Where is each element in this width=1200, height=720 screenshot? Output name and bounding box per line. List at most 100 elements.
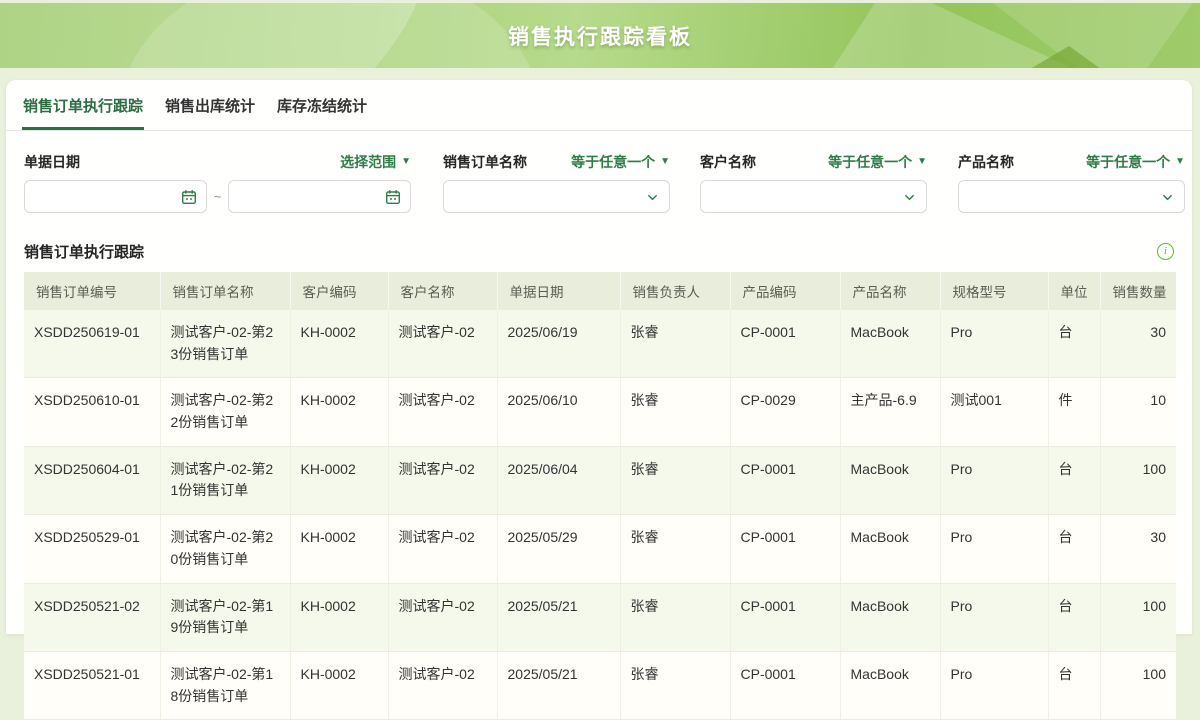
- filter-bar: 单据日期 选择范围 ▼: [24, 152, 1178, 214]
- filter-order-name-label: 销售订单名称: [443, 152, 527, 172]
- filter-product-name: 产品名称 等于任意一个 ▼: [958, 152, 1185, 213]
- table-cell: 100: [1100, 651, 1176, 719]
- table-cell: 2025/06/04: [497, 446, 620, 514]
- filter-date-operator-dropdown[interactable]: 选择范围 ▼: [340, 152, 411, 172]
- table-cell: CP-0029: [730, 378, 840, 446]
- main-card: 销售订单执行跟踪 销售出库统计 库存冻结统计 单据日期 选择范围 ▼: [6, 80, 1192, 634]
- filter-order-operator-dropdown[interactable]: 等于任意一个 ▼: [571, 152, 670, 172]
- table-cell: Pro: [940, 651, 1048, 719]
- header-banner: 销售执行跟踪看板: [0, 3, 1200, 68]
- table-header-row: 销售订单编号销售订单名称客户编码客户名称单据日期销售负责人产品编码产品名称规格型…: [24, 272, 1176, 310]
- table-cell: CP-0001: [730, 310, 840, 378]
- column-header: 规格型号: [940, 272, 1048, 310]
- table-cell: KH-0002: [290, 310, 388, 378]
- table-row: XSDD250610-01测试客户-02-第22份销售订单KH-0002测试客户…: [24, 378, 1176, 446]
- table-row: XSDD250619-01测试客户-02-第23份销售订单KH-0002测试客户…: [24, 310, 1176, 378]
- table-cell: 30: [1100, 515, 1176, 583]
- product-name-select[interactable]: [958, 180, 1185, 213]
- table-cell: 件: [1048, 378, 1100, 446]
- tab-inventory-freeze-stats[interactable]: 库存冻结统计: [276, 79, 368, 130]
- table-cell: 测试客户-02-第19份销售订单: [160, 583, 290, 651]
- column-header: 销售订单编号: [24, 272, 160, 310]
- caret-down-icon: ▼: [401, 157, 411, 167]
- table-cell: 台: [1048, 583, 1100, 651]
- filter-product-name-label: 产品名称: [958, 152, 1014, 172]
- table-cell: XSDD250521-02: [24, 583, 160, 651]
- table-cell: XSDD250521-01: [24, 651, 160, 719]
- table-section-header: 销售订单执行跟踪 i: [24, 240, 1174, 262]
- info-icon[interactable]: i: [1157, 243, 1174, 260]
- table-cell: 张睿: [620, 446, 730, 514]
- column-header: 产品名称: [840, 272, 940, 310]
- table-cell: MacBook: [840, 310, 940, 378]
- date-start-input[interactable]: [25, 181, 206, 212]
- filter-order-operator-label: 等于任意一个: [571, 152, 655, 172]
- table-cell: XSDD250529-01: [24, 515, 160, 583]
- table-cell: XSDD250619-01: [24, 310, 160, 378]
- table-cell: MacBook: [840, 515, 940, 583]
- table-cell: KH-0002: [290, 583, 388, 651]
- table-cell: Pro: [940, 310, 1048, 378]
- table-cell: 测试客户-02: [388, 515, 497, 583]
- table-cell: 测试客户-02: [388, 446, 497, 514]
- table-cell: XSDD250604-01: [24, 446, 160, 514]
- tab-sales-outbound-stats[interactable]: 销售出库统计: [164, 79, 256, 130]
- table-cell: 10: [1100, 378, 1176, 446]
- date-start-field[interactable]: [24, 180, 207, 213]
- customer-name-select[interactable]: [700, 180, 927, 213]
- table-cell: 100: [1100, 446, 1176, 514]
- date-range-separator: ~: [207, 189, 228, 204]
- table-cell: 2025/06/19: [497, 310, 620, 378]
- table-cell: 测试客户-02: [388, 378, 497, 446]
- filter-customer-operator-dropdown[interactable]: 等于任意一个 ▼: [828, 152, 927, 172]
- table-cell: 2025/05/29: [497, 515, 620, 583]
- table-cell: 台: [1048, 446, 1100, 514]
- date-end-input[interactable]: [229, 181, 410, 212]
- date-end-field[interactable]: [228, 180, 411, 213]
- table-cell: CP-0001: [730, 515, 840, 583]
- calendar-icon[interactable]: [181, 189, 197, 210]
- table-cell: 测试客户-02: [388, 310, 497, 378]
- table-cell: 张睿: [620, 583, 730, 651]
- table-cell: 台: [1048, 651, 1100, 719]
- table-cell: MacBook: [840, 651, 940, 719]
- orders-table: 销售订单编号销售订单名称客户编码客户名称单据日期销售负责人产品编码产品名称规格型…: [24, 272, 1176, 720]
- table-cell: Pro: [940, 583, 1048, 651]
- chevron-down-icon: [903, 191, 916, 209]
- caret-down-icon: ▼: [1175, 157, 1185, 167]
- table-cell: 主产品-6.9: [840, 378, 940, 446]
- table-cell: 张睿: [620, 310, 730, 378]
- table-cell: 张睿: [620, 651, 730, 719]
- tab-sales-order-tracking[interactable]: 销售订单执行跟踪: [22, 79, 144, 130]
- table-row: XSDD250604-01测试客户-02-第21份销售订单KH-0002测试客户…: [24, 446, 1176, 514]
- column-header: 客户编码: [290, 272, 388, 310]
- filter-order-name: 销售订单名称 等于任意一个 ▼: [443, 152, 670, 213]
- table-cell: CP-0001: [730, 446, 840, 514]
- table-cell: 2025/05/21: [497, 651, 620, 719]
- table-cell: 张睿: [620, 378, 730, 446]
- table-cell: CP-0001: [730, 651, 840, 719]
- table-cell: 台: [1048, 515, 1100, 583]
- column-header: 销售订单名称: [160, 272, 290, 310]
- table-cell: 测试客户-02-第18份销售订单: [160, 651, 290, 719]
- calendar-icon[interactable]: [385, 189, 401, 210]
- chevron-down-icon: [646, 191, 659, 209]
- table-cell: XSDD250610-01: [24, 378, 160, 446]
- table-cell: 张睿: [620, 515, 730, 583]
- order-name-select[interactable]: [443, 180, 670, 213]
- filter-customer-name: 客户名称 等于任意一个 ▼: [700, 152, 927, 213]
- filter-date-label: 单据日期: [24, 152, 80, 172]
- table-section-title: 销售订单执行跟踪: [24, 241, 144, 262]
- tab-bar: 销售订单执行跟踪 销售出库统计 库存冻结统计: [6, 80, 1192, 131]
- table-row: XSDD250521-01测试客户-02-第18份销售订单KH-0002测试客户…: [24, 651, 1176, 719]
- table-cell: Pro: [940, 446, 1048, 514]
- table-row: XSDD250521-02测试客户-02-第19份销售订单KH-0002测试客户…: [24, 583, 1176, 651]
- table-cell: 测试客户-02: [388, 583, 497, 651]
- table-cell: KH-0002: [290, 651, 388, 719]
- filter-product-operator-dropdown[interactable]: 等于任意一个 ▼: [1086, 152, 1185, 172]
- page-title: 销售执行跟踪看板: [0, 21, 1200, 51]
- caret-down-icon: ▼: [917, 157, 927, 167]
- table-cell: 测试001: [940, 378, 1048, 446]
- column-header: 销售数量: [1100, 272, 1176, 310]
- filter-customer-name-label: 客户名称: [700, 152, 756, 172]
